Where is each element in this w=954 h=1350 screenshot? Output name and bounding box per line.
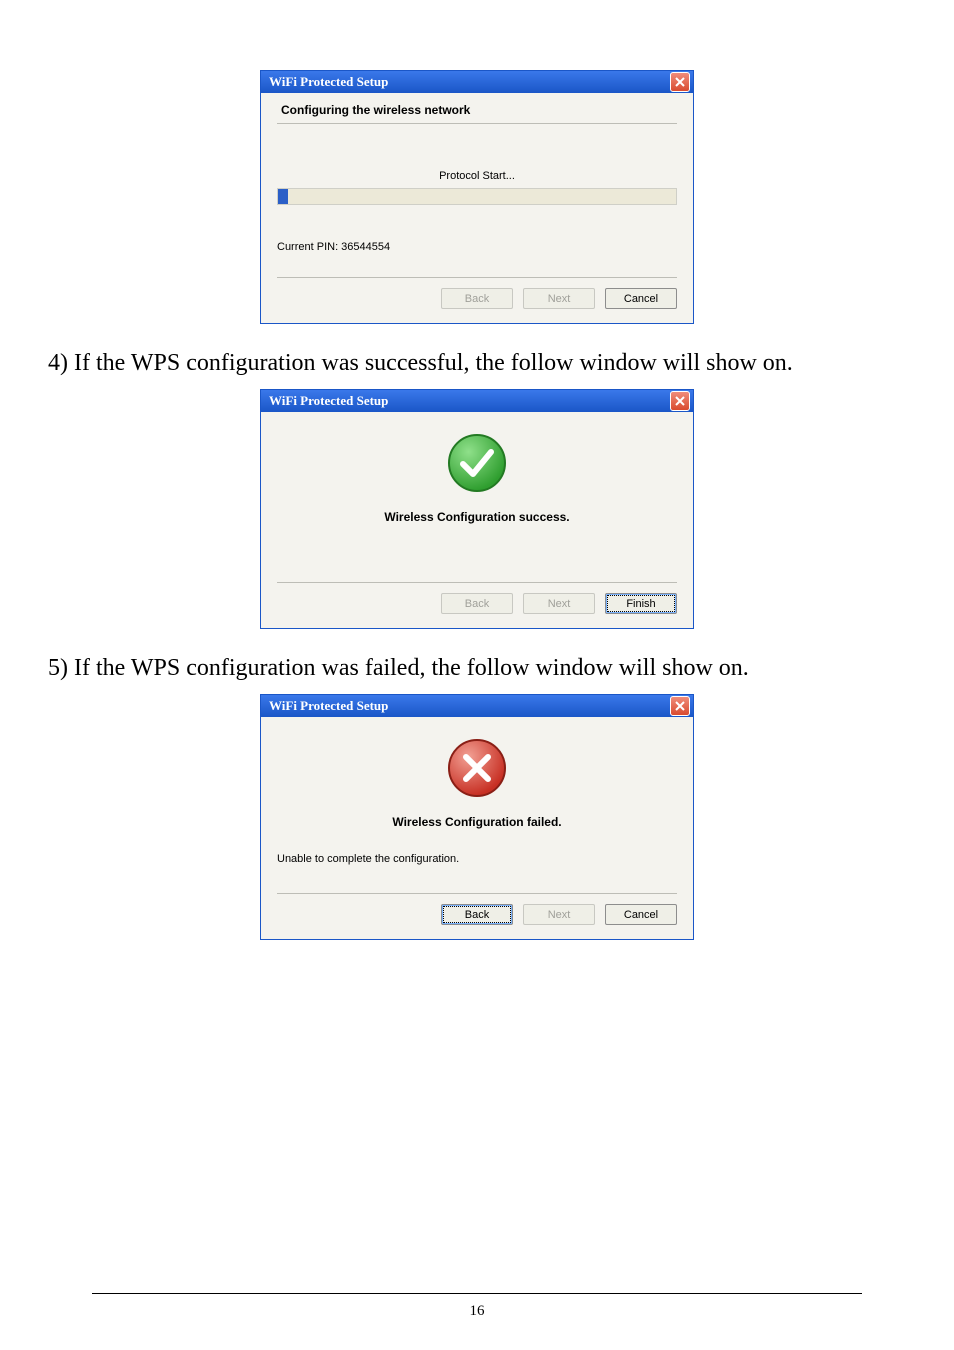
pin-label: Current PIN: 36544554 — [277, 241, 677, 253]
dialog-body: Configuring the wireless network Protoco… — [261, 93, 693, 323]
next-button: Next — [523, 288, 595, 309]
next-button: Next — [523, 904, 595, 925]
titlebar[interactable]: WiFi Protected Setup — [261, 695, 693, 717]
divider — [277, 582, 677, 583]
page-number: 16 — [0, 1303, 954, 1320]
close-icon[interactable] — [670, 72, 690, 92]
sub-message: Unable to complete the configuration. — [277, 853, 677, 865]
result-text: Wireless Configuration failed. — [277, 815, 677, 829]
button-row: Back Next Cancel — [277, 904, 677, 925]
caption-success: 4) If the WPS configuration was successf… — [48, 348, 906, 379]
wps-dialog-success: WiFi Protected Setup Wireless — [260, 389, 694, 629]
back-button: Back — [441, 593, 513, 614]
cancel-button[interactable]: Cancel — [605, 904, 677, 925]
finish-button[interactable]: Finish — [605, 593, 677, 614]
window-title: WiFi Protected Setup — [269, 393, 388, 409]
titlebar[interactable]: WiFi Protected Setup — [261, 71, 693, 93]
next-button: Next — [523, 593, 595, 614]
dialog-heading: Configuring the wireless network — [281, 103, 677, 117]
divider — [277, 277, 677, 278]
progress-fill — [278, 189, 288, 204]
back-button[interactable]: Back — [441, 904, 513, 925]
close-icon[interactable] — [670, 391, 690, 411]
window-title: WiFi Protected Setup — [269, 698, 388, 714]
result-text: Wireless Configuration success. — [277, 510, 677, 524]
failed-icon — [277, 737, 677, 799]
wps-dialog-failed: WiFi Protected Setup Wireless — [260, 694, 694, 940]
dialog-body: Wireless Configuration failed. Unable to… — [261, 717, 693, 939]
button-row: Back Next Cancel — [277, 288, 677, 309]
close-icon[interactable] — [670, 696, 690, 716]
button-row: Back Next Finish — [277, 593, 677, 614]
divider — [277, 123, 677, 124]
cancel-button[interactable]: Cancel — [605, 288, 677, 309]
dialog-body: Wireless Configuration success. Back Nex… — [261, 412, 693, 628]
titlebar[interactable]: WiFi Protected Setup — [261, 390, 693, 412]
status-text: Protocol Start... — [277, 170, 677, 182]
divider — [277, 893, 677, 894]
wps-dialog-configuring: WiFi Protected Setup Configuring the wir… — [260, 70, 694, 324]
window-title: WiFi Protected Setup — [269, 74, 388, 90]
back-button: Back — [441, 288, 513, 309]
footer-divider — [92, 1293, 862, 1294]
caption-failed: 5) If the WPS configuration was failed, … — [48, 653, 906, 684]
progress-bar — [277, 188, 677, 205]
success-icon — [277, 432, 677, 494]
